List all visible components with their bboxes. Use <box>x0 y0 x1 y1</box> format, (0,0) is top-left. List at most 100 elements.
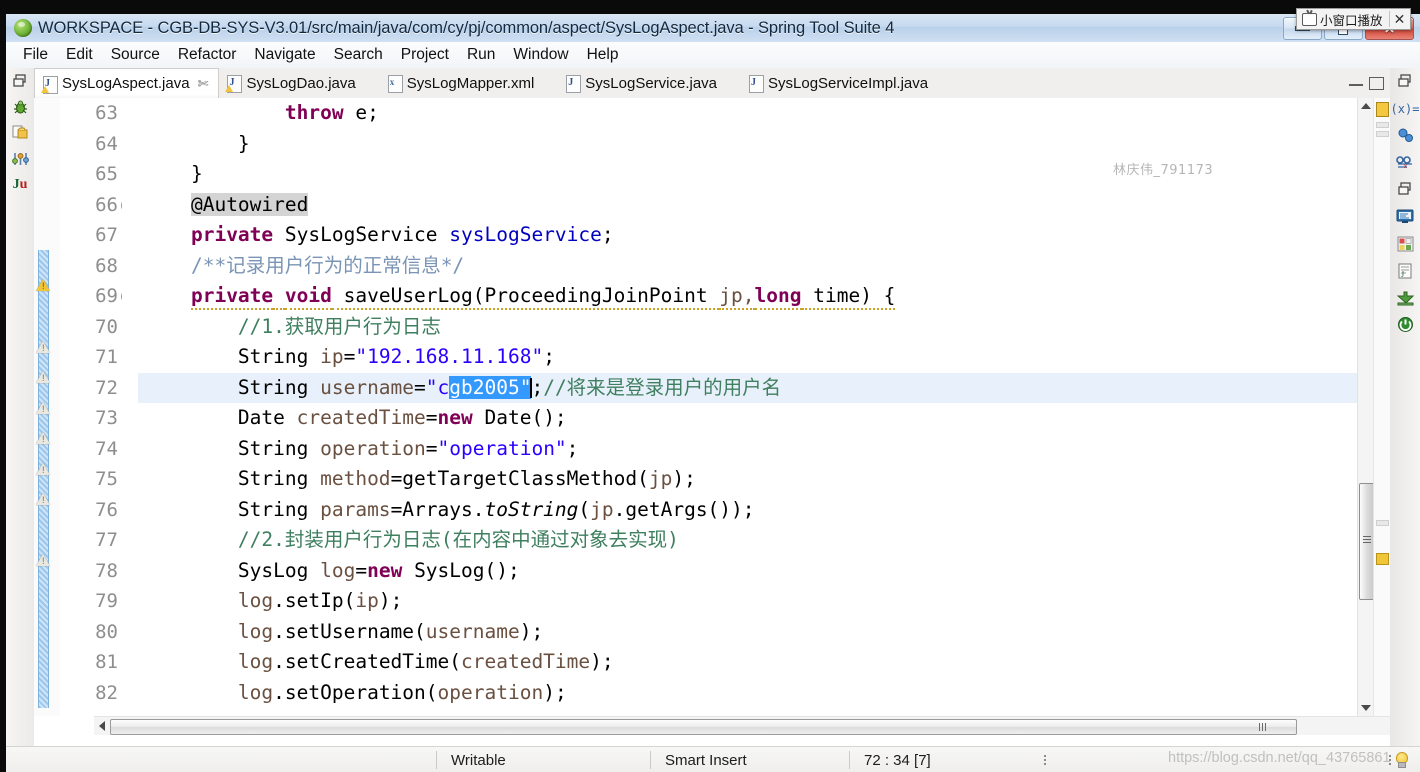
menu-item-project[interactable]: Project <box>392 45 458 65</box>
code-line-80[interactable]: log.setUsername(username); <box>138 617 1358 648</box>
code-text-area[interactable]: throw e; } } @Autowired private SysLogSe… <box>138 98 1358 716</box>
console-icon[interactable] <box>1390 203 1420 230</box>
menu-item-window[interactable]: Window <box>504 45 577 65</box>
junit-icon[interactable]: Ju <box>6 172 34 198</box>
code-editor[interactable]: ! ! ! ! ! ! ! ! 63 64 65 66– 67 68 69– 7… <box>34 98 1390 746</box>
menu-item-source[interactable]: Source <box>102 45 169 65</box>
gutter-warning-marker[interactable]: ! <box>36 370 51 384</box>
servers-icon[interactable] <box>1390 230 1420 257</box>
folding-ruler[interactable] <box>122 98 139 716</box>
code-line-68[interactable]: /**记录用户行为的正常信息*/ <box>138 251 1358 282</box>
code-line-66[interactable]: @Autowired <box>138 190 1358 221</box>
keyword-long: long <box>754 284 802 310</box>
video-letterbox-top <box>0 0 1420 14</box>
settings-sliders-icon[interactable] <box>6 146 34 172</box>
package-explorer-icon[interactable] <box>6 120 34 146</box>
tab-syslogmapper-xml[interactable]: x SysLogMapper.xml <box>366 68 545 98</box>
code-line-72[interactable]: String username="cgb2005";//将来是登录用户的用户名 <box>138 372 1358 403</box>
menu-item-edit[interactable]: Edit <box>57 45 102 65</box>
menu-item-search[interactable]: Search <box>325 45 392 65</box>
breakpoints-icon[interactable] <box>1390 122 1420 149</box>
code-line-79[interactable]: log.setIp(ip); <box>138 586 1358 617</box>
code-line-74[interactable]: String operation="operation"; <box>138 434 1358 465</box>
gutter-warning-marker[interactable]: ! <box>36 553 51 567</box>
menu-item-refactor[interactable]: Refactor <box>169 45 246 65</box>
code-line-77[interactable]: //2.封装用户行为日志(在内容中通过对象去实现) <box>138 525 1358 556</box>
minimize-view-icon[interactable] <box>1390 176 1420 203</box>
menu-bar: File Edit Source Refactor Navigate Searc… <box>6 42 1420 69</box>
code-line-64[interactable]: } <box>138 129 1358 160</box>
menu-item-run[interactable]: Run <box>458 45 504 65</box>
tab-syslogserviceimpl-java[interactable]: J SysLogServiceImpl.java <box>727 68 938 98</box>
junit-view-icon[interactable]: J <box>1390 257 1420 284</box>
scrollbar-thumb[interactable] <box>110 719 1297 735</box>
restore-view-icon[interactable] <box>1390 68 1420 95</box>
editor-vertical-scrollbar[interactable] <box>1357 98 1375 716</box>
code-fragment: .setIp( <box>273 589 356 612</box>
status-drag-handle[interactable] <box>1043 752 1047 768</box>
code-line-78[interactable]: SysLog log=new SysLog(); <box>138 556 1358 587</box>
expressions-icon[interactable]: x <box>1390 149 1420 176</box>
minimize-editor-icon[interactable] <box>1349 81 1363 86</box>
close-icon[interactable]: ✕ <box>1390 10 1410 28</box>
local-var-operation: operation <box>320 436 426 460</box>
code-line-73[interactable]: Date createdTime=new Date(); <box>138 403 1358 434</box>
code-fragment: } <box>144 162 203 185</box>
tab-syslogdao-java[interactable]: J SysLogDao.java <box>219 68 365 98</box>
scroll-up-button[interactable] <box>1358 98 1374 114</box>
quick-fix-bulb-icon[interactable] <box>1392 751 1410 769</box>
gutter-warning-marker[interactable]: ! <box>36 462 51 476</box>
mini-window-play-widget[interactable]: 小窗口播放 ✕ <box>1296 8 1411 30</box>
code-line-76[interactable]: String params=Arrays.toString(jp.getArgs… <box>138 495 1358 526</box>
local-var-log: log <box>237 680 274 704</box>
tab-syslogaspect-java[interactable]: J SysLogAspect.java ✄ <box>34 68 220 98</box>
menu-item-help[interactable]: Help <box>578 45 628 65</box>
overview-marker[interactable] <box>1376 122 1389 128</box>
gutter-warning-marker[interactable]: ! <box>36 278 51 292</box>
code-line-71[interactable]: String ip="192.168.11.168"; <box>138 342 1358 373</box>
tab-syslogservice-java[interactable]: J SysLogService.java <box>544 68 727 98</box>
close-icon[interactable]: ✄ <box>198 76 209 92</box>
variables-icon[interactable]: (x)= <box>1390 95 1420 122</box>
line-number: 77 <box>95 529 118 551</box>
power-icon[interactable] <box>1390 311 1420 338</box>
code-line-65[interactable]: } <box>138 159 1358 190</box>
code-line-70[interactable]: //1.获取用户行为日志 <box>138 312 1358 343</box>
gutter-warning-marker[interactable]: ! <box>36 401 51 415</box>
text-selection[interactable]: gb2005" <box>449 375 532 399</box>
editor-horizontal-scrollbar[interactable] <box>94 716 1390 735</box>
overview-marker[interactable] <box>1376 520 1389 526</box>
overview-marker-warning[interactable] <box>1376 102 1389 117</box>
maximize-editor-icon[interactable] <box>1369 76 1384 90</box>
gutter-warning-marker[interactable]: ! <box>36 431 51 445</box>
code-line-75[interactable]: String method=getTargetClassMethod(jp); <box>138 464 1358 495</box>
code-line-69[interactable]: private void saveUserLog(ProceedingJoinP… <box>138 281 1358 312</box>
line-number: 81 <box>95 651 118 673</box>
application-window: WORKSPACE - CGB-DB-SYS-V3.01/src/main/ja… <box>0 0 1420 772</box>
menu-item-file[interactable]: File <box>14 45 57 65</box>
editor-overview-ruler[interactable] <box>1373 98 1390 716</box>
gutter-warning-marker[interactable]: ! <box>36 340 51 354</box>
code-fragment: String <box>237 497 321 521</box>
scroll-left-button[interactable] <box>94 718 110 734</box>
code-line-63[interactable]: throw e; <box>138 98 1358 129</box>
code-line-67[interactable]: private SysLogService sysLogService; <box>138 220 1358 251</box>
local-var-log: log <box>237 650 274 673</box>
code-fragment: ); <box>672 467 696 490</box>
overview-marker[interactable] <box>1376 131 1389 137</box>
code-line-82[interactable]: log.setOperation(operation); <box>138 678 1358 709</box>
code-line-81[interactable]: log.setCreatedTime(createdTime); <box>138 647 1358 678</box>
scroll-down-button[interactable] <box>1358 700 1374 716</box>
menu-item-navigate[interactable]: Navigate <box>245 45 324 65</box>
debug-bug-icon[interactable] <box>6 94 34 120</box>
code-fragment: ); <box>378 589 403 612</box>
gutter-warning-marker[interactable]: ! <box>36 492 51 506</box>
install-icon[interactable] <box>1390 284 1420 311</box>
scrollbar-track[interactable] <box>110 718 1390 735</box>
svg-text:J: J <box>1401 270 1404 279</box>
editor-annotation-gutter[interactable]: ! ! ! ! ! ! ! ! <box>34 98 61 716</box>
line-number: 73 <box>95 407 118 429</box>
param-jp: jp, <box>719 284 755 310</box>
overview-marker-warning[interactable] <box>1376 553 1389 565</box>
restore-view-icon[interactable] <box>6 68 34 94</box>
